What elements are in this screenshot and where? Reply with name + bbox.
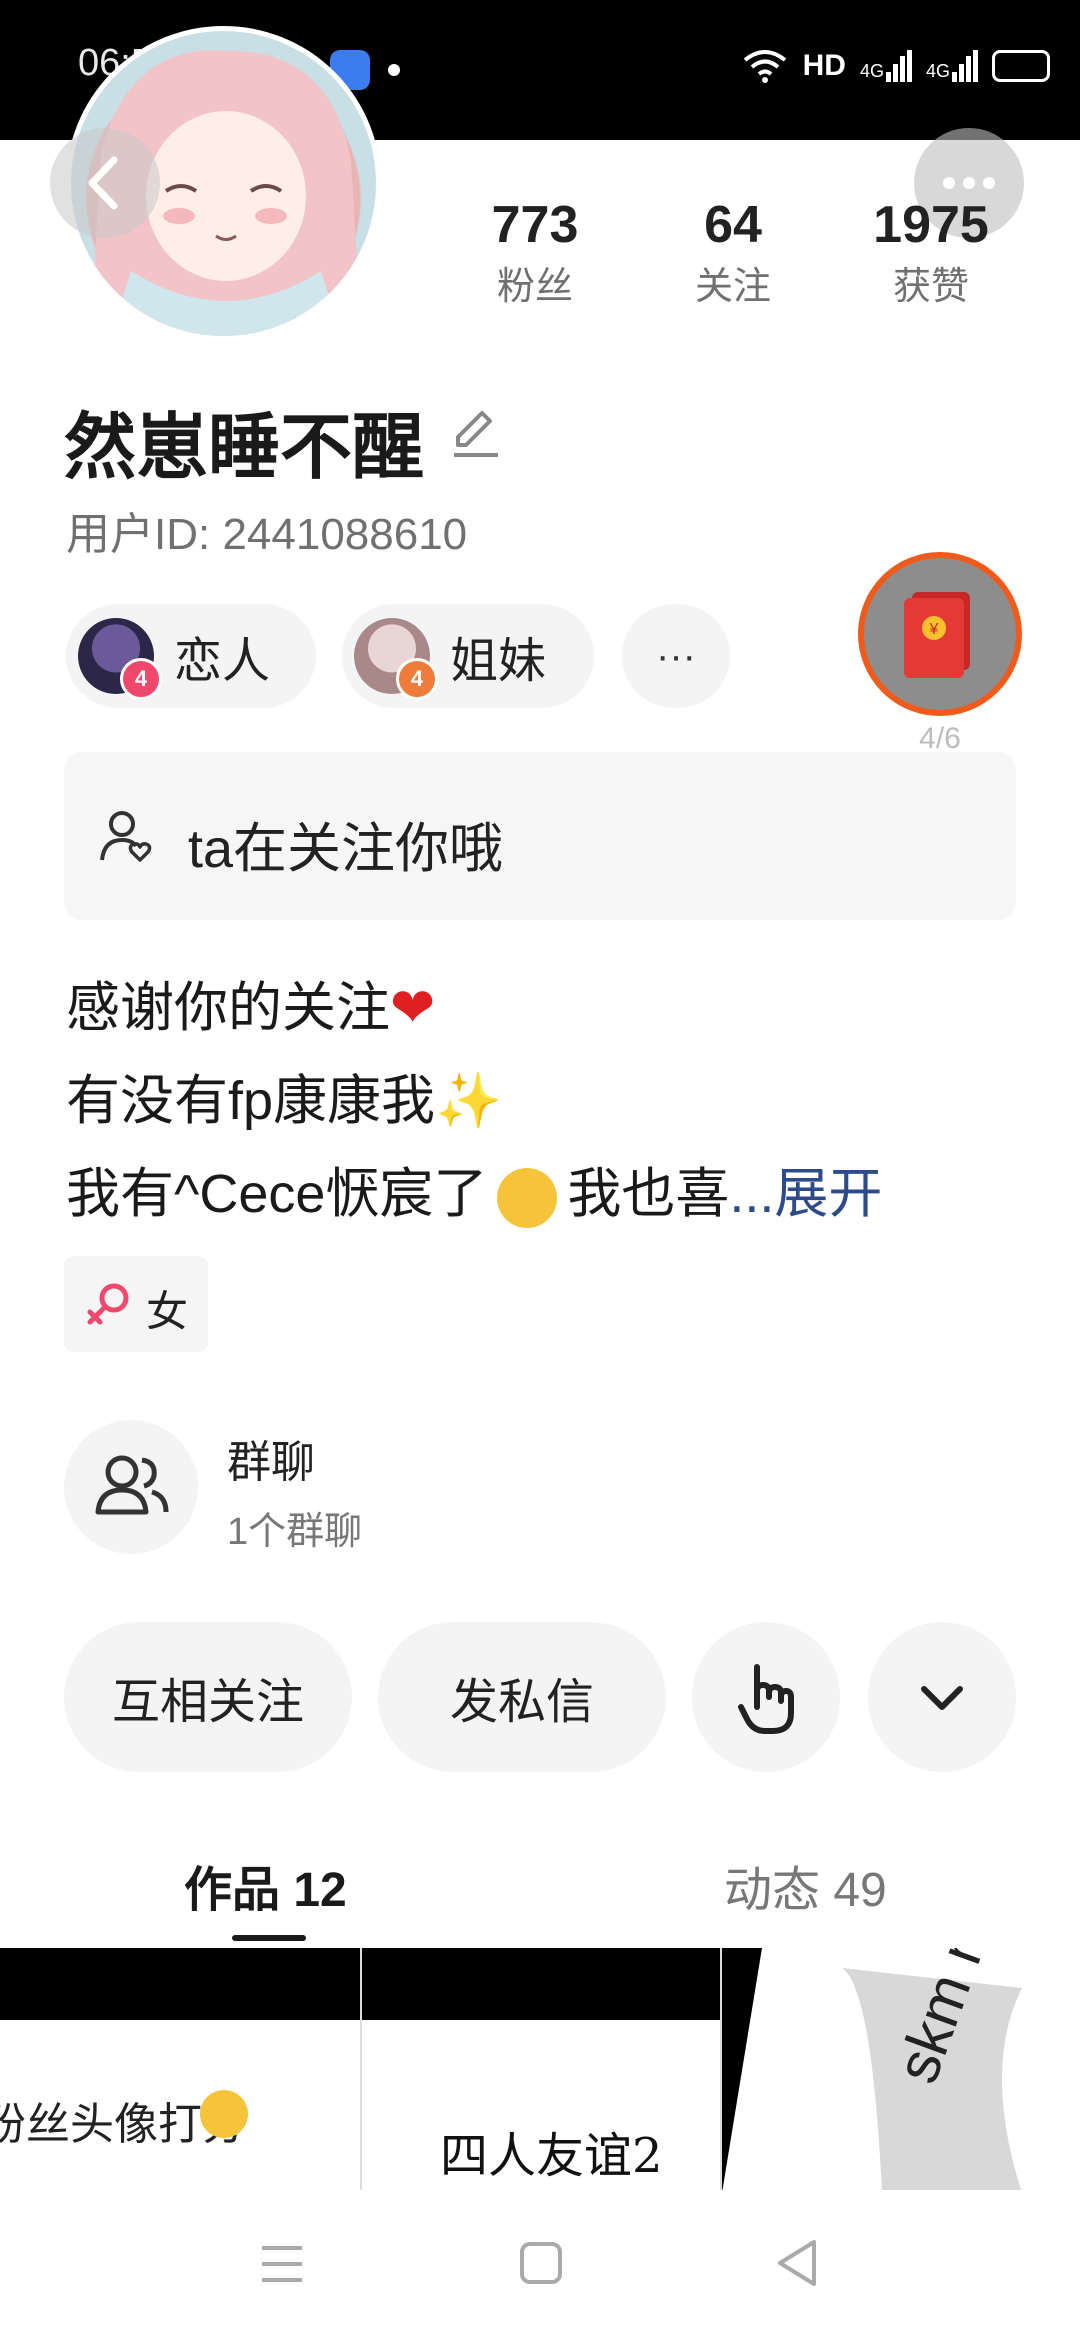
stat-value: 1975 xyxy=(873,196,989,254)
red-envelope-icon: ¥ xyxy=(904,592,970,678)
network-type: HD xyxy=(802,49,846,82)
svg-text:¥: ¥ xyxy=(929,621,939,638)
relation-label: 恋人 xyxy=(174,635,271,688)
expand-actions-button[interactable] xyxy=(868,1622,1016,1772)
relation-badge: 4 xyxy=(120,658,162,700)
send-message-button[interactable]: 发私信 xyxy=(378,1622,666,1772)
signal-icon: 4G xyxy=(860,50,912,82)
poke-button[interactable] xyxy=(692,1622,840,1772)
tap-hand-icon xyxy=(738,1664,794,1734)
bio-line: 感谢你的关注❤ xyxy=(66,978,436,1038)
relation-avatar: 4 xyxy=(354,618,438,700)
post-caption: 四人友谊2 xyxy=(440,2128,663,2184)
relation-avatar: 4 xyxy=(78,618,162,700)
post-tile[interactable]: 粉丝头像打分 xyxy=(0,1948,360,2193)
stat-followers[interactable]: 773 粉丝 xyxy=(425,195,645,310)
more-label: ··· xyxy=(656,633,696,678)
bio-line: 我有^Cece恹宸了 我也喜...展开 xyxy=(66,1148,882,1241)
wifi-icon xyxy=(743,50,786,83)
tab-works[interactable]: 作品 12 xyxy=(184,1850,347,1920)
stat-label: 粉丝 xyxy=(496,266,573,308)
tab-moments[interactable]: 动态 49 xyxy=(724,1850,887,1920)
back-triangle-icon[interactable] xyxy=(774,2238,820,2288)
relation-more-button[interactable]: ··· xyxy=(622,604,730,708)
home-icon[interactable] xyxy=(518,2240,564,2286)
chevron-left-icon xyxy=(88,156,118,210)
heart-emoji: ❤ xyxy=(390,978,436,1038)
follow-notice-banner: ta在关注你哦 xyxy=(64,752,1016,920)
relation-chip-sister[interactable]: 4 姐妹 xyxy=(342,604,594,708)
stat-likes[interactable]: 1975 获赞 xyxy=(821,195,1041,310)
stat-value: 64 xyxy=(704,196,762,254)
bio-expand-link[interactable]: ...展开 xyxy=(729,1164,882,1224)
profile-bio[interactable]: 感谢你的关注❤ 有没有fp康康我✨ 我有^Cece恹宸了 我也喜...展开 xyxy=(66,962,882,1241)
stat-label: 获赞 xyxy=(892,266,969,308)
more-notifications-dot xyxy=(388,64,400,76)
group-icon-wrap xyxy=(64,1420,198,1554)
battery-icon xyxy=(992,50,1050,82)
red-packet-progress: 4/6 xyxy=(919,722,961,755)
pencil-icon xyxy=(454,411,498,457)
sparkles-emoji: ✨ xyxy=(435,1071,503,1131)
stat-value: 773 xyxy=(491,196,579,254)
signal-label: 4G xyxy=(859,61,884,81)
signal-label: 4G xyxy=(925,61,950,81)
system-nav-bar xyxy=(0,2190,1080,2340)
group-chat-count: 1个群聊 xyxy=(227,1511,363,1553)
menu-icon[interactable] xyxy=(258,2242,306,2286)
mutual-follow-button[interactable]: 互相关注 xyxy=(64,1622,352,1772)
group-chat-title: 群聊 xyxy=(227,1438,315,1487)
kiss-emoji xyxy=(497,1167,558,1228)
edit-name-button[interactable] xyxy=(448,405,502,464)
red-packet-button[interactable]: ¥ xyxy=(858,552,1022,716)
bio-line: 有没有fp康康我✨ xyxy=(66,1071,503,1131)
stat-following[interactable]: 64 关注 xyxy=(623,195,843,310)
stat-label: 关注 xyxy=(694,266,771,308)
chevron-down-icon xyxy=(921,1686,963,1710)
group-icon xyxy=(95,1455,169,1515)
gender-label: 女 xyxy=(146,1288,189,1335)
post-tile[interactable]: 四人友谊2 xyxy=(362,1948,722,2193)
relation-badge: 4 xyxy=(396,658,438,700)
active-tab-indicator xyxy=(232,1935,306,1941)
back-button[interactable] xyxy=(50,128,160,238)
signal-icon: 4G xyxy=(926,50,978,82)
follow-notice-text: ta在关注你哦 xyxy=(188,819,504,879)
user-heart-icon xyxy=(100,811,152,862)
relation-label: 姐妹 xyxy=(450,635,547,688)
post-tile[interactable]: skm n xyxy=(722,1948,1080,2193)
profile-name: 然崽睡不醒 xyxy=(64,408,425,488)
grin-emoji xyxy=(200,2090,248,2138)
group-chat-entry[interactable]: 群聊 1个群聊 xyxy=(64,1420,664,1560)
gender-tag: 女 xyxy=(64,1256,208,1352)
relation-chip-lover[interactable]: 4 恋人 xyxy=(66,604,316,708)
female-symbol-icon xyxy=(87,1283,129,1325)
user-id: 用户ID: 2441088610 xyxy=(66,510,468,559)
